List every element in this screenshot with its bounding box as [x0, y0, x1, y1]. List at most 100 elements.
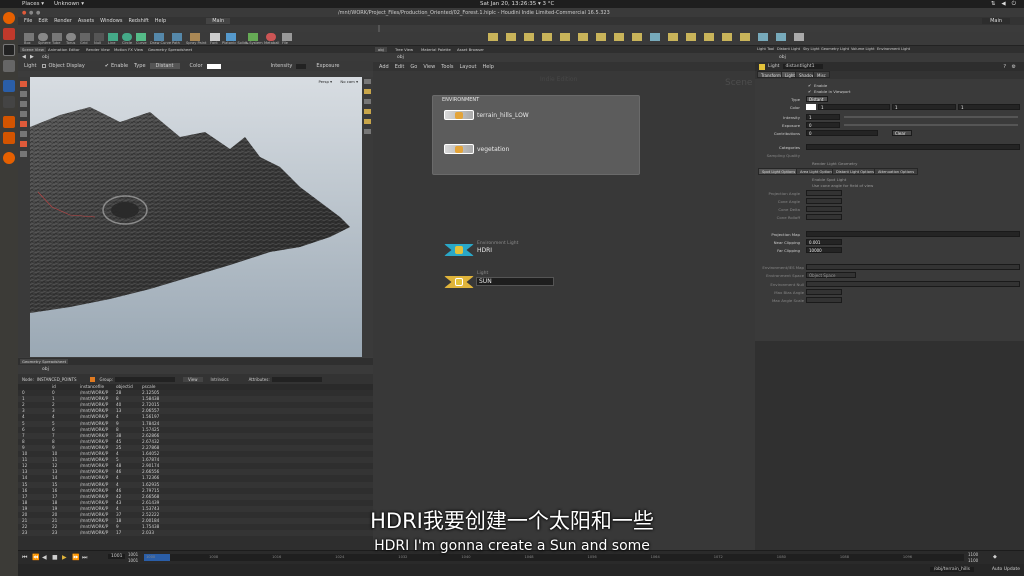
max-bias-field[interactable]: [806, 289, 842, 295]
next-key-icon[interactable]: ⏩: [72, 554, 79, 561]
cone-rolloff-field[interactable]: [806, 214, 842, 220]
lsystem-icon[interactable]: [248, 33, 258, 41]
display-option-icon[interactable]: [364, 99, 371, 104]
node-terrain-label[interactable]: terrain_hills_LOW: [477, 112, 529, 119]
tab-spot-light-options[interactable]: Spot Light Options: [758, 168, 800, 175]
clock[interactable]: Sat Jan 20, 13:26:35 ▾: [480, 1, 541, 7]
light-tool-icon[interactable]: [578, 33, 588, 41]
volume-icon[interactable]: ◀: [1001, 1, 1005, 8]
display-option-icon[interactable]: [364, 109, 371, 114]
last-frame-icon[interactable]: ⏭: [82, 554, 87, 562]
tab-obj[interactable]: obj: [375, 47, 387, 52]
back-icon[interactable]: ◀: [22, 54, 26, 60]
color-swatch[interactable]: [806, 104, 816, 110]
pose-tool-icon[interactable]: [20, 131, 27, 137]
transform-tool-icon[interactable]: [20, 91, 27, 97]
snap-tool-icon[interactable]: [20, 151, 27, 157]
network-box-environment[interactable]: [432, 95, 640, 175]
projection-map-field[interactable]: [806, 231, 1020, 237]
firefox-icon[interactable]: [3, 12, 15, 24]
contributions-field[interactable]: 0: [806, 130, 878, 136]
categories-field[interactable]: [806, 144, 1020, 150]
grid-icon[interactable]: [80, 33, 90, 41]
null-icon[interactable]: [94, 33, 104, 41]
tab-volume-light[interactable]: Volume Light: [851, 47, 874, 51]
enable-check[interactable]: ✔: [808, 83, 811, 88]
object-display-checkbox[interactable]: [42, 64, 47, 68]
display-option-icon[interactable]: [364, 119, 371, 124]
help-icon[interactable]: ?: [1003, 64, 1006, 70]
tab-geometry-spreadsheet[interactable]: Geometry Spreadsheet: [148, 47, 192, 52]
status-path[interactable]: /obj/terrain_hills: [929, 567, 974, 572]
net-menu-tools[interactable]: Tools: [441, 64, 453, 70]
path-icon[interactable]: [172, 33, 182, 41]
display-option-icon[interactable]: [364, 129, 371, 134]
color-g-field[interactable]: 1: [892, 104, 956, 110]
env-map-field[interactable]: [806, 264, 1020, 270]
tab-geometry-light[interactable]: Geometry Light: [821, 47, 849, 51]
places-menu[interactable]: Places ▾: [22, 1, 44, 7]
app-icon[interactable]: [3, 96, 15, 108]
tube-icon[interactable]: [52, 33, 62, 41]
light-tool-icon[interactable]: [722, 33, 732, 41]
tab-light-tool[interactable]: Light Tool: [757, 47, 774, 51]
desktop-main-tab[interactable]: Main: [206, 18, 231, 24]
menu-windows[interactable]: Windows: [100, 18, 122, 24]
houdini-icon[interactable]: [3, 116, 15, 128]
range-end-sub[interactable]: 1100: [968, 558, 978, 563]
display-option-icon[interactable]: [364, 89, 371, 94]
stop-icon[interactable]: ■: [52, 554, 58, 561]
light-tool-icon[interactable]: [632, 33, 642, 41]
light-tool-icon[interactable]: [704, 33, 714, 41]
light-tool-icon[interactable]: [668, 33, 678, 41]
houdini-icon[interactable]: [3, 28, 15, 40]
node-vegetation[interactable]: [444, 144, 474, 154]
exposure-field[interactable]: 0: [806, 122, 840, 128]
current-frame-field[interactable]: 1001: [108, 554, 126, 559]
projection-angle-field[interactable]: [806, 190, 842, 196]
app-icon[interactable]: [3, 80, 15, 92]
tab-sky-light[interactable]: Sky Light: [803, 47, 819, 51]
metaball-icon[interactable]: [266, 33, 276, 41]
node-rename-field[interactable]: SUN: [476, 277, 554, 286]
points-icon[interactable]: [90, 376, 96, 382]
attributes-field[interactable]: [271, 376, 322, 382]
net-menu-go[interactable]: Go: [410, 64, 417, 70]
network-box-title[interactable]: ENVIRONMENT: [442, 97, 479, 103]
handle-tool-icon[interactable]: [20, 121, 27, 127]
select-tool-icon[interactable]: [20, 81, 27, 87]
type-select[interactable]: Distant: [149, 63, 180, 69]
tab-motion-fx[interactable]: Motion FX View: [114, 47, 143, 52]
3d-viewport[interactable]: Persp ▾ No cam ▾: [30, 77, 362, 357]
net-menu-add[interactable]: Add: [379, 64, 389, 70]
enable-checkbox[interactable]: ✔: [105, 63, 109, 69]
draw-curve-icon[interactable]: [154, 33, 164, 41]
tool-icon[interactable]: [794, 33, 804, 41]
camera-menu[interactable]: No cam ▾: [340, 79, 358, 84]
max-scale-field[interactable]: [806, 297, 842, 303]
view-menu[interactable]: View: [183, 376, 203, 382]
platonic-icon[interactable]: [226, 33, 236, 41]
menu-edit[interactable]: Edit: [38, 18, 48, 24]
node-hdri-label[interactable]: HDRI: [477, 247, 492, 254]
tab-render-view[interactable]: Render View: [86, 47, 110, 52]
color-b-field[interactable]: 1: [958, 104, 1020, 110]
node-vegetation-label[interactable]: vegetation: [477, 146, 509, 153]
forward-icon[interactable]: ▶: [30, 54, 34, 60]
app-menu[interactable]: Unknown ▾: [54, 1, 84, 7]
rotate-tool-icon[interactable]: [20, 101, 27, 107]
persp-menu[interactable]: Persp ▾: [318, 79, 332, 84]
auto-update-toggle[interactable]: Auto Update: [992, 567, 1020, 572]
power-icon[interactable]: ⏻: [1012, 1, 1016, 8]
parameter-path[interactable]: obj: [779, 55, 786, 60]
line-icon[interactable]: [108, 33, 118, 41]
intensity-slider[interactable]: [844, 116, 1018, 118]
path-obj[interactable]: obj: [42, 55, 49, 60]
net-menu-help[interactable]: Help: [483, 64, 494, 70]
env-space-select[interactable]: Object Space: [806, 272, 856, 278]
intensity-field[interactable]: [296, 63, 307, 69]
group-field[interactable]: [115, 376, 176, 382]
box-icon[interactable]: [24, 33, 34, 41]
file-icon[interactable]: [282, 33, 292, 41]
tab-tree-view[interactable]: Tree View: [395, 47, 413, 52]
